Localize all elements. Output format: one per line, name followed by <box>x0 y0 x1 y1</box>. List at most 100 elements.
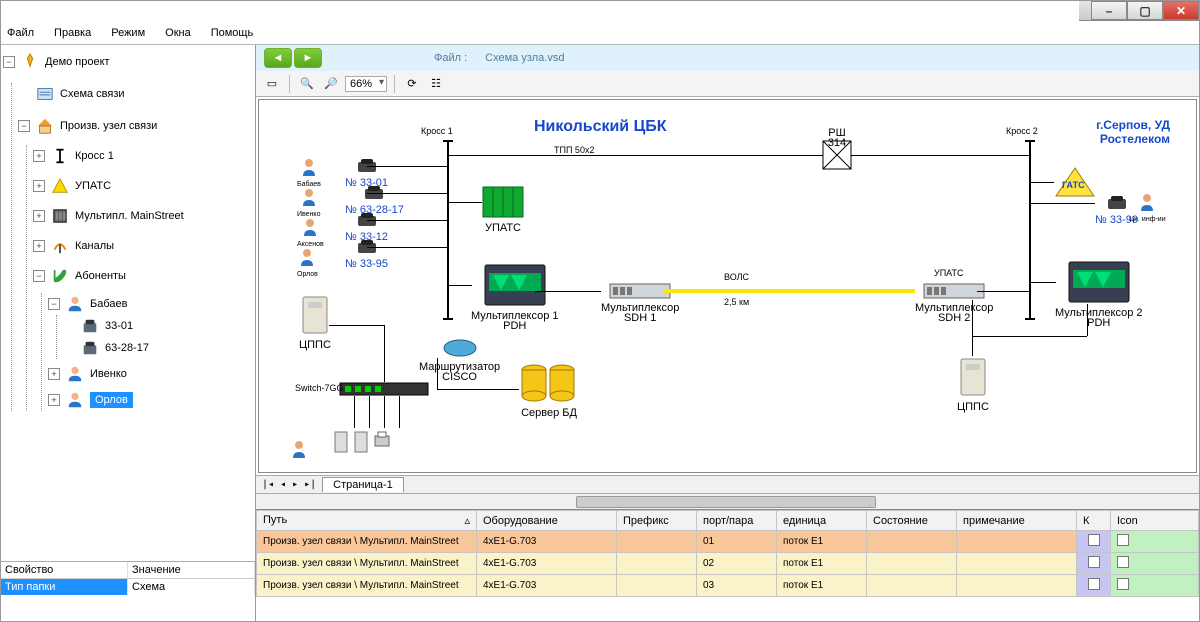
page-prev[interactable]: ◂ <box>280 479 286 490</box>
diagram-title: Никольский ЦБК <box>534 118 667 136</box>
phone-b: № 63-28-17 <box>345 185 404 215</box>
person-d-icon: Орлов <box>297 248 318 280</box>
menu-file[interactable]: Файл <box>7 27 34 39</box>
col-path[interactable]: Путь ▵ <box>257 511 477 531</box>
table-row[interactable]: Произв. узел связи \ Мультипл. MainStree… <box>257 575 1199 597</box>
scrollbar-thumb[interactable] <box>576 496 876 508</box>
tree-ext-b[interactable]: 63-28-17 <box>105 342 149 354</box>
nav-back-button[interactable]: ◄ <box>264 48 292 68</box>
phone-icon <box>49 265 71 287</box>
props-row-key[interactable]: Тип папки <box>1 579 128 595</box>
checkbox[interactable] <box>1117 556 1129 568</box>
tree-cross1[interactable]: Кросс 1 <box>75 150 114 162</box>
pointer-tool-icon[interactable]: ▭ <box>262 74 282 94</box>
mux-icon <box>49 205 71 227</box>
db-server: Сервер БД <box>519 362 579 418</box>
upats-r-label: УПАТС <box>934 268 963 278</box>
tree-channels[interactable]: Каналы <box>75 240 114 252</box>
zoom-combo[interactable]: 66% <box>345 76 387 92</box>
minimize-button[interactable]: – <box>1091 1 1127 20</box>
router: Маршрутизатор CISCO <box>419 338 500 382</box>
col-eq[interactable]: Оборудование <box>477 511 617 531</box>
props-row-val[interactable]: Схема <box>128 579 255 595</box>
menubar: Файл Правка Режим Окна Помощь <box>1 21 1199 45</box>
menu-mode[interactable]: Режим <box>111 27 145 39</box>
mux2: Мультиплексор 2 PDH <box>1055 260 1142 328</box>
project-tree[interactable]: − Демо проект Схема связи − Произв. узел… <box>1 45 255 561</box>
tree-root[interactable]: Демо проект <box>45 56 110 68</box>
file-label: Файл : <box>434 52 467 64</box>
menu-window[interactable]: Окна <box>165 27 191 39</box>
tree-upats[interactable]: УПАТС <box>75 180 111 192</box>
checkbox[interactable] <box>1088 534 1100 546</box>
person-b-icon: Ивенко <box>297 188 320 220</box>
col-k[interactable]: К <box>1077 511 1111 531</box>
close-button[interactable]: ✕ <box>1163 1 1199 20</box>
pc-icon <box>333 430 349 458</box>
tree-mux[interactable]: Мультипл. MainStreet <box>75 210 184 222</box>
menu-help[interactable]: Помощь <box>211 27 254 39</box>
menu-edit[interactable]: Правка <box>54 27 91 39</box>
expand-icon[interactable]: + <box>33 150 45 162</box>
checkbox[interactable] <box>1088 578 1100 590</box>
col-icon[interactable]: Icon <box>1111 511 1199 531</box>
props-header-key: Свойство <box>1 562 128 578</box>
tpp-line <box>448 155 1029 156</box>
table-row[interactable]: Произв. узел связи \ Мультипл. MainStree… <box>257 531 1199 553</box>
diagram-canvas[interactable]: Никольский ЦБК г.Серпов, УД Ростелеком К… <box>258 99 1197 473</box>
tree-node-uzel[interactable]: Произв. узел связи <box>60 120 157 132</box>
printer-icon <box>373 430 391 450</box>
deskphone-icon <box>79 315 101 337</box>
tree-schema[interactable]: Схема связи <box>60 88 125 100</box>
expand-icon[interactable]: − <box>33 270 45 282</box>
diagram-subtitle: г.Серпов, УД Ростелеком <box>1096 118 1170 146</box>
vols-len: 2,5 км <box>724 297 749 307</box>
nav-fwd-button[interactable]: ► <box>294 48 322 68</box>
page-last[interactable]: ▸| <box>304 479 316 490</box>
page-tab-1[interactable]: Страница-1 <box>322 477 404 492</box>
zoom-in-icon[interactable]: 🔍 <box>297 74 317 94</box>
col-unit[interactable]: единица <box>777 511 867 531</box>
tree-person-b[interactable]: Ивенко <box>90 368 127 380</box>
phone-d: № 33-95 <box>345 239 388 269</box>
h-scrollbar[interactable] <box>256 493 1199 509</box>
maximize-button[interactable]: ▢ <box>1127 1 1163 20</box>
col-prefix[interactable]: Префикс <box>617 511 697 531</box>
zoom-out-icon[interactable]: 🔎 <box>321 74 341 94</box>
col-note[interactable]: примечание <box>957 511 1077 531</box>
col-port[interactable]: порт/пара <box>697 511 777 531</box>
page-next[interactable]: ▸ <box>292 479 298 490</box>
page-first[interactable]: |◂ <box>262 479 274 490</box>
table-row[interactable]: Произв. узел связи \ Мультипл. MainStree… <box>257 553 1199 575</box>
expand-icon[interactable]: + <box>33 210 45 222</box>
col-state[interactable]: Состояние <box>867 511 957 531</box>
expand-icon[interactable]: − <box>3 56 15 68</box>
tree-ext-a[interactable]: 33-01 <box>105 320 133 332</box>
project-icon <box>19 51 41 73</box>
expand-icon[interactable]: − <box>48 298 60 310</box>
expand-icon[interactable]: − <box>18 120 30 132</box>
refresh-icon[interactable]: ⟳ <box>402 74 422 94</box>
tree-person-c-selected[interactable]: Орлов <box>90 392 133 408</box>
separator <box>289 75 290 93</box>
expand-icon[interactable]: + <box>33 180 45 192</box>
print-icon[interactable]: ☷ <box>426 74 446 94</box>
expand-icon[interactable]: + <box>48 368 60 380</box>
phone-c: № 33-12 <box>345 212 388 242</box>
phone-a: № 33-01 <box>345 158 388 188</box>
data-grid[interactable]: Путь ▵ Оборудование Префикс порт/пара ед… <box>256 509 1199 621</box>
spacer <box>18 88 30 100</box>
checkbox[interactable] <box>1088 556 1100 568</box>
checkbox[interactable] <box>1117 534 1129 546</box>
expand-icon[interactable]: + <box>48 394 60 406</box>
cpps-right: ЦППС <box>957 356 989 412</box>
tree-abonents[interactable]: Абоненты <box>75 270 126 282</box>
rsh-label: РШ 314 <box>822 128 852 148</box>
mux1: Мультиплексор 1 PDH <box>471 263 558 331</box>
checkbox[interactable] <box>1117 578 1129 590</box>
info-icon: Цн. инф-ии <box>1129 193 1166 225</box>
tree-person-a[interactable]: Бабаев <box>90 298 127 310</box>
channels-icon <box>49 235 71 257</box>
expand-icon[interactable]: + <box>33 240 45 252</box>
person-icon <box>64 389 86 411</box>
